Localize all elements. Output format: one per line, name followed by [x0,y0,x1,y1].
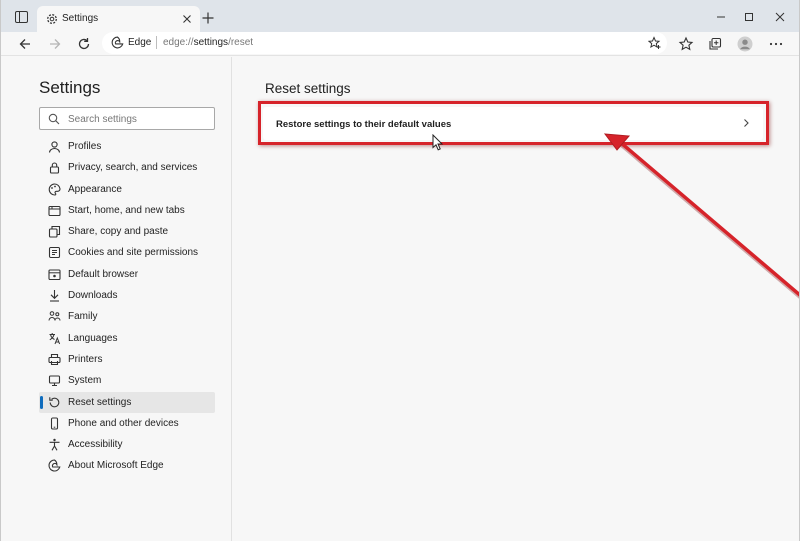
family-icon [48,311,61,321]
settings-nav: Profiles Privacy, search, and services App… [39,136,215,477]
edge-logo-icon [48,459,61,472]
download-icon [50,290,59,302]
back-icon[interactable] [17,36,33,52]
forward-icon[interactable] [47,36,63,52]
site-label: Edge [128,37,152,48]
toolbar: Edge edge://settings/reset [1,32,799,56]
tab-strip: Settings [1,0,799,32]
home-tabs-icon [48,205,61,216]
settings-sidebar: Settings Profiles Privacy, search, and se… [1,57,232,541]
sidebar-item-appearance[interactable]: Appearance [39,179,215,200]
sidebar-item-privacy-search-and-services[interactable]: Privacy, search, and services [39,157,215,178]
sidebar-item-label: Cookies and site permissions [68,247,199,259]
share-icon [48,226,61,238]
omnibox-divider [156,36,157,49]
browser-window: Settings Edge edge://settings/reset Sett… [0,0,800,541]
sidebar-item-label: Reset settings [68,396,132,408]
sidebar-item-accessibility[interactable]: Accessibility [39,434,215,455]
sidebar-item-profiles[interactable]: Profiles [39,136,215,157]
sidebar-item-label: Default browser [68,268,139,280]
page-title: Reset settings [265,81,351,96]
sidebar-item-start-home-and-new-tabs[interactable]: Start, home, and new tabs [39,200,215,221]
tab-settings[interactable]: Settings [37,6,200,32]
tab-title: Settings [62,13,99,24]
close-window-icon[interactable] [772,9,788,25]
edge-logo-icon [111,36,124,49]
url-text: edge://settings/reset [163,37,254,48]
profile-icon [48,141,61,153]
phone-icon [50,417,59,430]
printer-icon [48,353,61,366]
sidebar-item-label: Printers [68,353,103,365]
sidebar-item-family[interactable]: Family [39,306,215,327]
add-favorite-icon[interactable] [648,36,662,50]
sidebar-item-label: Appearance [68,183,122,195]
search-box[interactable] [39,107,215,130]
lock-icon [49,162,60,174]
refresh-icon[interactable] [76,36,92,52]
sidebar-item-label: Privacy, search, and services [68,162,198,174]
main-content: Reset settings Restore settings to their… [233,57,799,541]
avatar[interactable] [737,36,753,52]
more-options-icon[interactable] [768,36,784,52]
search-icon [48,113,60,125]
sidebar-item-reset-settings[interactable]: Reset settings [39,391,215,413]
sidebar-item-about-microsoft-edge[interactable]: About Microsoft Edge [39,455,215,476]
system-icon [48,375,61,387]
gear-icon [47,14,57,24]
appearance-icon [48,183,61,196]
sidebar-item-downloads[interactable]: Downloads [39,285,215,306]
favorites-icon[interactable] [678,36,694,52]
sidebar-item-label: About Microsoft Edge [68,460,164,472]
collections-icon[interactable] [707,36,723,52]
sidebar-item-label: Accessibility [68,439,123,451]
languages-icon [49,332,61,344]
sidebar-item-default-browser[interactable]: Default browser [39,264,215,285]
browser-icon [48,269,61,280]
restore-defaults-label: Restore settings to their default values [276,119,452,130]
sidebar-item-label: Downloads [68,290,118,302]
sidebar-item-label: Languages [68,332,118,344]
cookies-icon [48,247,61,259]
address-bar[interactable]: Edge edge://settings/reset [102,32,667,54]
chevron-right-icon [744,119,749,127]
sidebar-item-label: Start, home, and new tabs [68,204,185,216]
tab-actions-icon[interactable] [12,8,30,26]
reset-icon [49,396,60,407]
search-input[interactable] [68,111,208,127]
sidebar-item-label: Share, copy and paste [68,226,169,238]
sidebar-item-label: Phone and other devices [68,417,179,429]
minimize-icon[interactable] [713,9,729,25]
restore-defaults-button[interactable]: Restore settings to their default values [263,107,763,140]
sidebar-item-share-copy-and-paste[interactable]: Share, copy and paste [39,221,215,242]
maximize-icon[interactable] [741,9,757,25]
close-tab-icon[interactable] [180,12,194,26]
sidebar-item-label: Profiles [68,141,102,152]
sidebar-heading: Settings [39,78,101,97]
sidebar-item-system[interactable]: System [39,370,215,391]
sidebar-item-phone-and-other-devices[interactable]: Phone and other devices [39,413,215,434]
sidebar-item-cookies-and-site-permissions[interactable]: Cookies and site permissions [39,242,215,263]
accessibility-icon [49,438,60,451]
sidebar-item-label: Family [68,311,98,323]
new-tab-icon[interactable] [201,11,215,25]
sidebar-item-printers[interactable]: Printers [39,349,215,370]
sidebar-item-languages[interactable]: Languages [39,328,215,349]
sidebar-item-label: System [68,375,102,387]
